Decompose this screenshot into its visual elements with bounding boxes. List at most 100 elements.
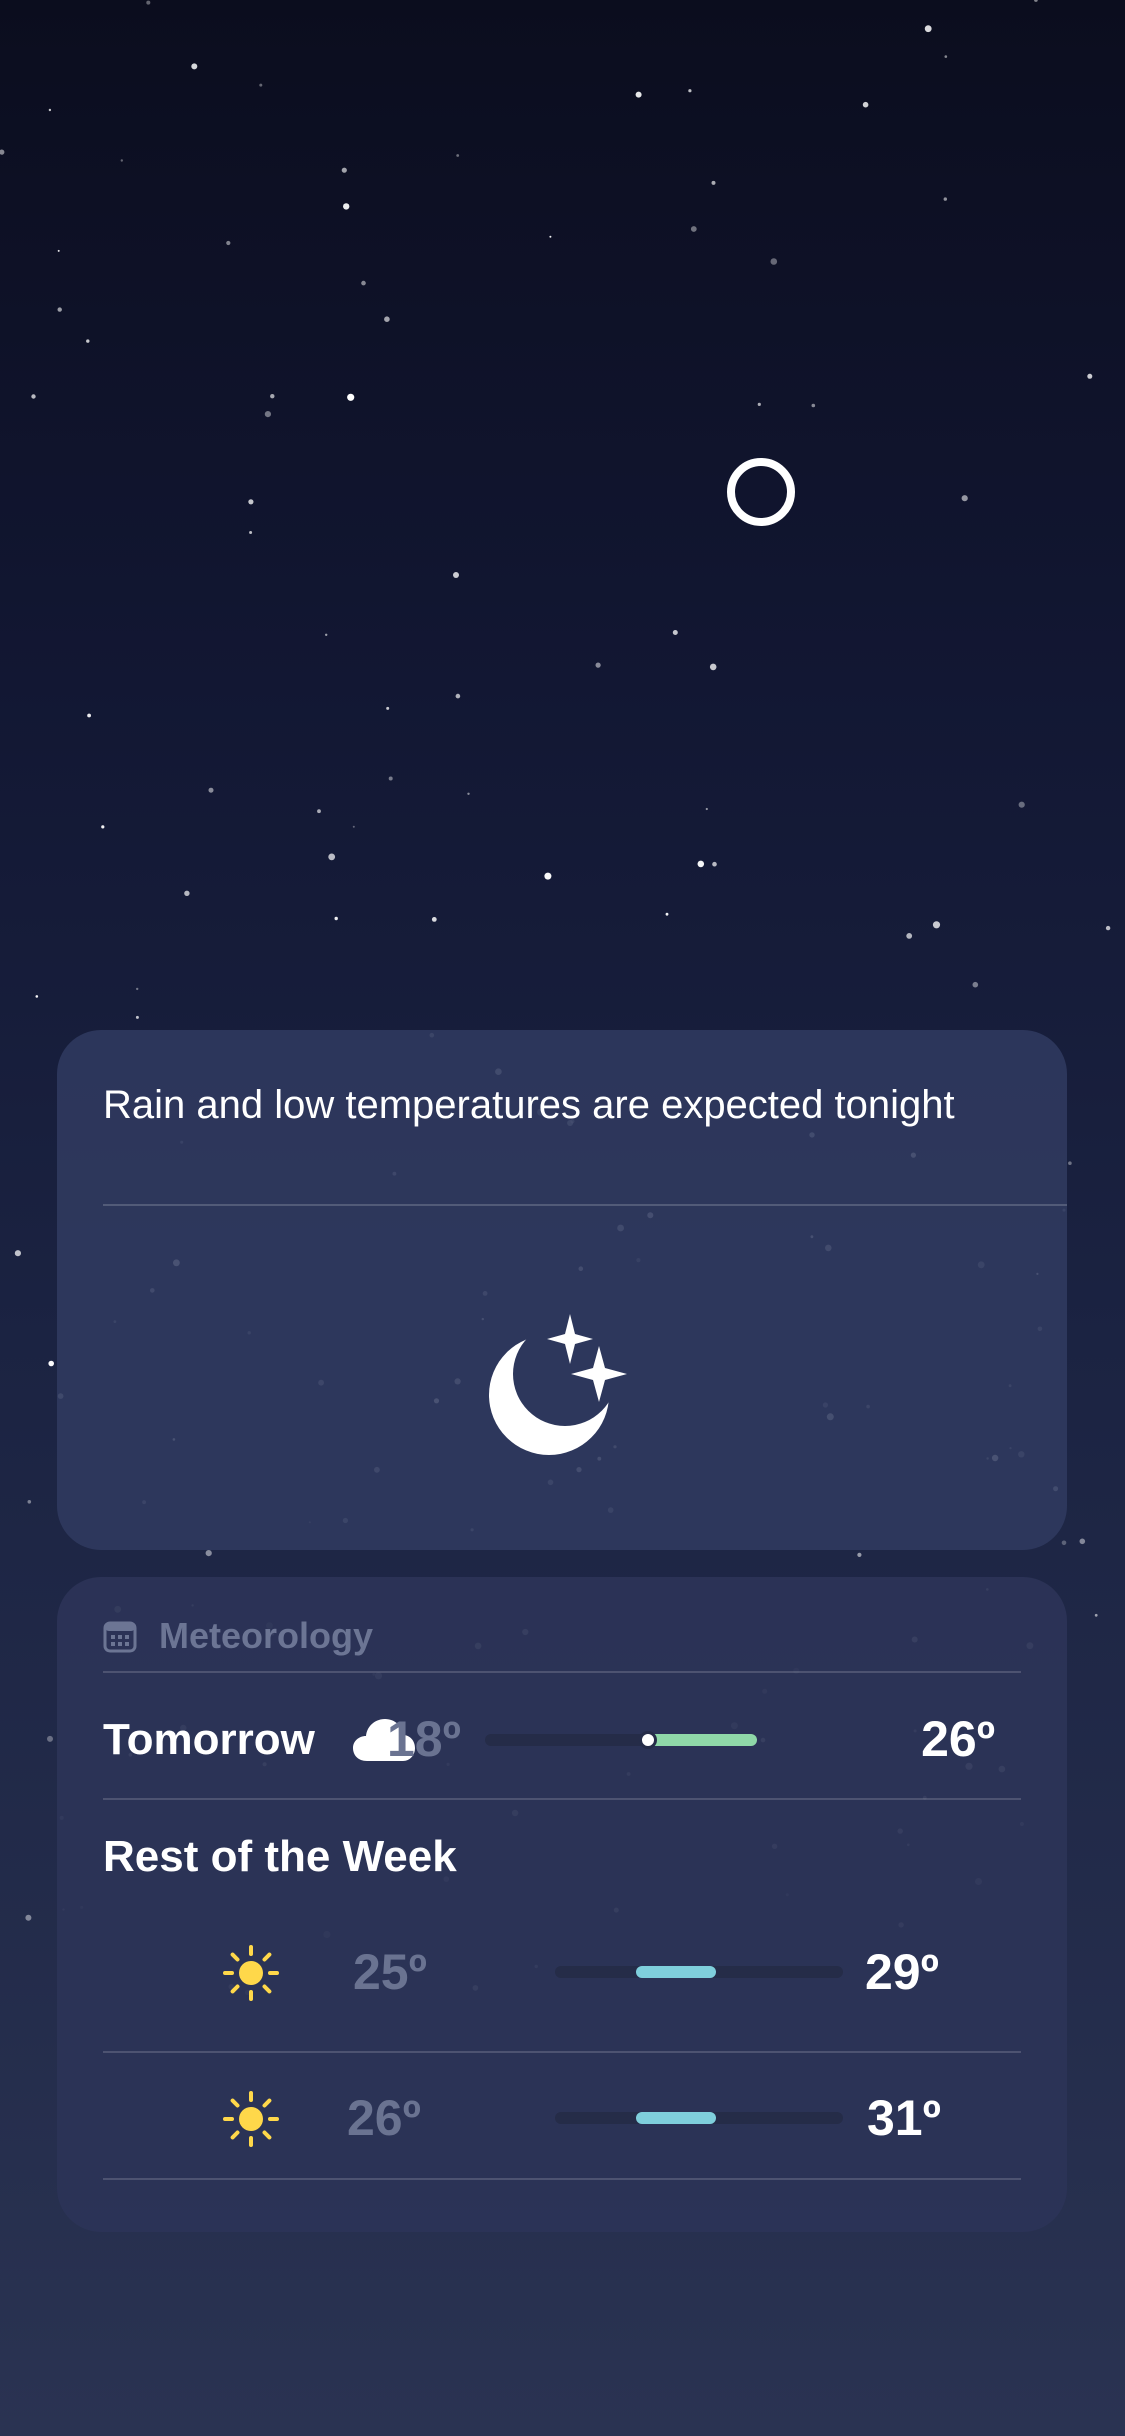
star <box>347 393 355 401</box>
rest-of-week-title: Rest of the Week <box>103 1832 457 1881</box>
star <box>906 933 913 939</box>
star <box>317 809 321 814</box>
star <box>208 787 214 793</box>
star <box>697 860 705 868</box>
star <box>705 807 708 811</box>
star <box>961 495 968 502</box>
star <box>270 394 275 399</box>
star <box>388 776 393 781</box>
star <box>14 1250 21 1257</box>
star <box>709 663 717 671</box>
tomorrow-range-bar <box>485 1731 757 1749</box>
star <box>688 89 692 93</box>
source-label: Meteorology <box>159 1615 374 1656</box>
alert-message: Rain and low temperatures are expected t… <box>103 1083 955 1127</box>
star <box>635 91 642 98</box>
temp-range-fill <box>635 1966 717 1978</box>
star <box>27 1500 32 1504</box>
star <box>944 55 948 58</box>
star <box>811 403 816 408</box>
divider <box>103 1671 1021 1673</box>
calendar-icon <box>103 1621 137 1653</box>
star <box>690 226 697 232</box>
forecast-source: Meteorology <box>103 1611 373 1661</box>
star <box>135 1015 139 1019</box>
star <box>453 572 459 578</box>
sun-icon <box>223 2091 279 2147</box>
star <box>184 890 190 896</box>
star <box>467 792 470 795</box>
temp-range-bar <box>555 1966 843 1978</box>
star <box>549 235 552 238</box>
star <box>770 258 778 265</box>
tomorrow-label: Tomorrow <box>103 1715 315 1764</box>
star <box>57 307 62 312</box>
star <box>932 921 941 929</box>
star <box>48 1360 54 1367</box>
star <box>35 995 39 998</box>
star <box>361 280 366 286</box>
star <box>87 713 91 718</box>
star <box>595 662 601 668</box>
star <box>341 167 347 173</box>
high-temp: 31º <box>867 2090 941 2146</box>
star <box>249 531 253 534</box>
star <box>1068 1161 1072 1165</box>
week-day-row[interactable]: 25º 29º <box>103 1907 1021 2037</box>
star <box>665 912 669 916</box>
star <box>857 1552 862 1557</box>
star <box>386 706 390 710</box>
star <box>334 916 338 921</box>
star <box>1018 801 1025 808</box>
star <box>25 1914 32 1921</box>
star <box>862 101 869 108</box>
star <box>328 853 336 861</box>
star <box>1094 1613 1098 1617</box>
divider <box>103 1798 1021 1800</box>
divider <box>103 2178 1021 2180</box>
star <box>455 693 461 699</box>
temp-range-bar <box>555 2112 843 2124</box>
star <box>1034 0 1038 2</box>
high-temp: 29º <box>865 1944 939 2000</box>
temp-range-fill <box>635 2112 717 2124</box>
star <box>146 0 151 5</box>
star <box>226 240 231 246</box>
week-day-row[interactable]: 26º 31º <box>103 2053 1021 2183</box>
alert-divider <box>103 1204 1067 1206</box>
star <box>0 149 5 155</box>
star <box>672 630 678 635</box>
low-temp: 26º <box>347 2090 421 2146</box>
moon-stars-icon <box>487 1310 647 1470</box>
star <box>325 633 328 636</box>
tomorrow-row[interactable]: Tomorrow 18º 26º <box>103 1677 1021 1802</box>
tomorrow-low-temp: 18º <box>387 1711 461 1767</box>
star <box>544 872 552 880</box>
star <box>264 411 271 418</box>
star <box>343 203 350 210</box>
star <box>1061 1540 1067 1546</box>
tomorrow-range-fill <box>648 1734 757 1746</box>
star <box>248 499 254 505</box>
weather-alert-card[interactable]: Rain and low temperatures are expected t… <box>57 1030 1067 1550</box>
low-temp: 25º <box>353 1944 427 2000</box>
screen-recording-indicator <box>727 458 795 526</box>
star <box>48 108 52 112</box>
forecast-card[interactable]: Meteorology Tomorrow 18º 26º Rest of the… <box>57 1577 1067 2232</box>
star <box>86 339 90 343</box>
star <box>120 159 124 162</box>
star <box>757 402 761 406</box>
star <box>1105 925 1111 931</box>
star <box>191 63 198 70</box>
star <box>205 1550 212 1557</box>
star <box>1087 373 1093 379</box>
star <box>47 1735 53 1742</box>
tomorrow-high-temp: 26º <box>921 1711 995 1767</box>
star <box>259 83 263 87</box>
star <box>57 249 60 252</box>
star <box>101 825 105 829</box>
star <box>943 197 947 201</box>
star <box>711 180 716 185</box>
star <box>924 25 932 33</box>
star <box>1079 1538 1086 1545</box>
